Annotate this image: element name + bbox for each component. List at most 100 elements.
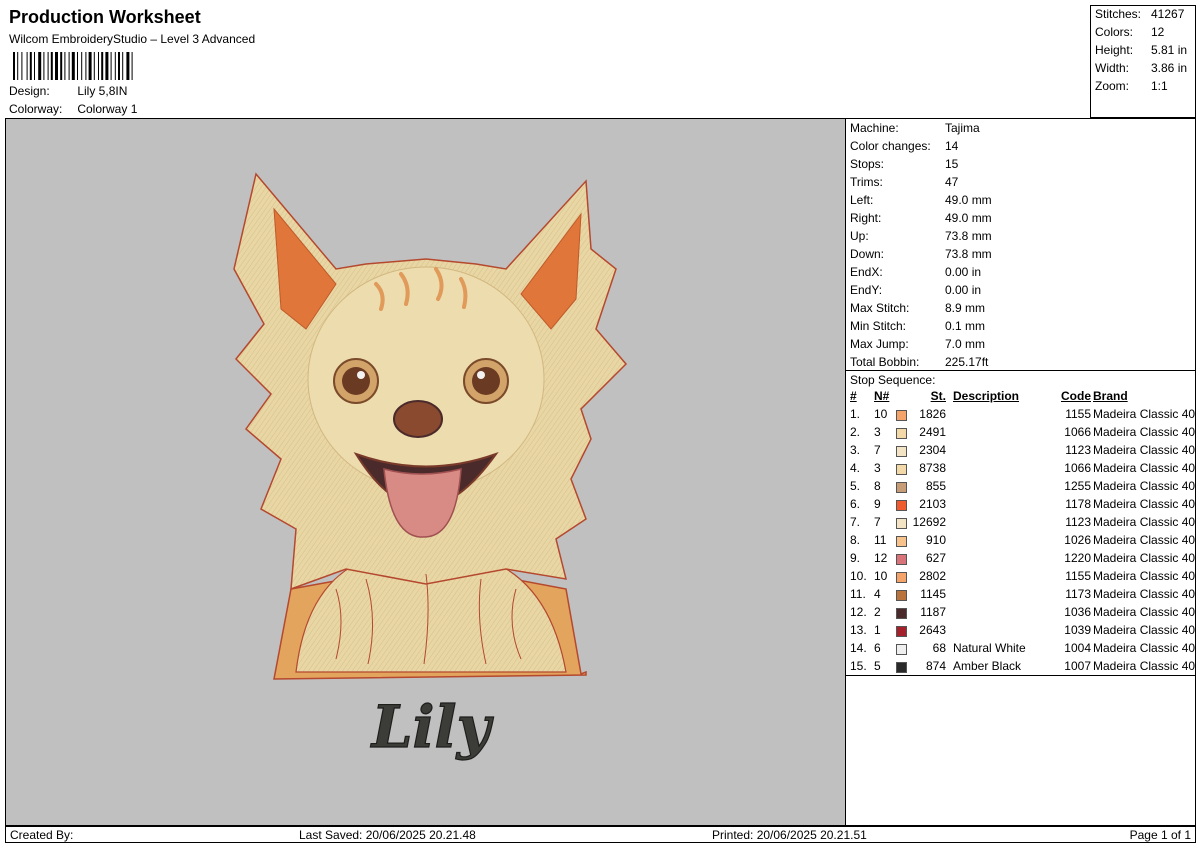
needle-number: 10 [874,407,888,421]
stop-index: 1. [850,407,861,421]
page-title: Production Worksheet [9,7,201,27]
needle-number: 12 [874,551,888,565]
stitch-count: 68 [932,641,946,655]
design-preview[interactable]: Lily [5,118,846,826]
thread-description: Natural White [953,641,1026,655]
needle-number: 6 [874,641,881,655]
machine-value: 73.8 mm [945,229,992,243]
machine-value: Tajima [945,121,980,135]
stitch-count: 2304 [919,443,946,457]
thread-brand: Madeira Classic 40 [1093,623,1196,637]
thread-code: 1178 [1065,497,1091,511]
thread-brand: Madeira Classic 40 [1093,425,1196,439]
stitch-count: 2643 [919,623,946,637]
summary-value: 5.81 in [1151,43,1188,57]
thread-code: 1066 [1064,461,1091,475]
printed-date: Printed: 20/06/2025 20.21.51 [712,828,867,842]
summary-value: 3.86 in [1151,61,1188,75]
needle-number: 1 [874,623,881,637]
color-swatch [896,500,907,511]
machine-value: 73.8 mm [945,247,992,261]
colorway-row: Colorway: Colorway 1 [9,102,137,116]
chihuahua-embroidery-image: Lily [233,172,628,762]
thread-brand: Madeira Classic 40 [1093,533,1196,547]
stitch-count: 910 [925,533,946,547]
machine-info: Machine: Tajima Color changes: 14 Stops: 15 Tr… [846,118,1196,371]
stop-index: 9. [850,551,861,565]
color-swatch [896,428,907,439]
stop-sequence: Stop Sequence: # N# St. Description Code… [846,371,1196,826]
stitch-count: 2802 [919,569,946,583]
machine-label: Machine: [850,121,899,135]
machine-label: Max Stitch: [850,301,910,315]
stop-sequence-title: Stop Sequence: [850,373,936,387]
machine-label: Total Bobbin: [850,355,920,369]
machine-label: Min Stitch: [850,319,907,333]
stop-index: 4. [850,461,861,475]
stitch-count: 2103 [919,497,946,511]
stitch-count: 627 [925,551,946,565]
thread-brand: Madeira Classic 40 [1093,551,1196,565]
stitch-count: 1826 [919,407,946,421]
design-row: Design: Lily 5,8IN [9,84,127,98]
stop-row: 2. 3 2491 1066 Madeira Classic 40 [846,425,1196,443]
machine-value: 49.0 mm [945,193,992,207]
thread-brand: Madeira Classic 40 [1093,641,1196,655]
column-header-code: Code [1061,389,1091,403]
summary-value: 12 [1151,25,1165,39]
design-summary: Stitches: 41267 Colors: 12 Height: 5.81 … [1090,5,1196,118]
thread-brand: Madeira Classic 40 [1093,407,1196,421]
machine-label: Color changes: [850,139,931,153]
column-header-description: Description [953,389,1020,403]
stop-row: 14. 6 68 Natural White 1004 Madeira Classic 4… [846,641,1196,659]
design-label: Design: [9,84,50,98]
summary-label: Colors: [1095,25,1134,39]
machine-value: 49.0 mm [945,211,992,225]
thread-code: 1066 [1064,425,1091,439]
machine-value: 14 [945,139,959,153]
machine-label: Max Jump: [850,337,909,351]
color-swatch [896,590,907,601]
needle-number: 3 [874,461,881,475]
needle-number: 2 [874,605,881,619]
thread-brand: Madeira Classic 40 [1093,497,1196,511]
stop-row: 4. 3 8738 1066 Madeira Classic 40 [846,461,1196,479]
machine-label: EndY: [850,283,883,297]
stop-index: 7. [850,515,861,529]
stop-index: 6. [850,497,861,511]
stitch-count: 855 [925,479,946,493]
column-header-num: # [850,389,857,403]
stop-row: 12. 2 1187 1036 Madeira Classic 40 [846,605,1196,623]
stitch-count: 8738 [919,461,946,475]
machine-label: Trims: [850,175,883,189]
column-header-stitches: St. [930,389,946,403]
stop-row: 10. 10 2802 1155 Madeira Classic 40 [846,569,1196,587]
machine-value: 7.0 mm [945,337,986,351]
stop-row: 5. 8 855 1255 Madeira Classic 40 [846,479,1196,497]
design-value: Lily 5,8IN [77,84,128,98]
needle-number: 4 [874,587,881,601]
summary-value: 1:1 [1151,79,1168,93]
worksheet-header: Production Worksheet Wilcom EmbroiderySt… [5,5,1090,118]
stop-index: 15. [850,659,867,673]
stop-row: 9. 12 627 1220 Madeira Classic 40 [846,551,1196,569]
color-swatch [896,482,907,493]
stop-sequence-header: # N# St. Description Code Brand [846,389,1196,407]
color-swatch [896,662,907,673]
color-swatch [896,626,907,637]
needle-number: 11 [874,533,887,547]
stop-index: 14. [850,641,867,655]
design-caption: Lily [370,693,495,761]
stop-index: 10. [850,569,867,583]
needle-number: 10 [874,569,888,583]
machine-label: Right: [850,211,882,225]
thread-brand: Madeira Classic 40 [1093,443,1196,457]
stitch-count: 2491 [919,425,946,439]
summary-value: 41267 [1151,7,1185,21]
stop-index: 2. [850,425,861,439]
stop-index: 8. [850,533,861,547]
last-saved: Last Saved: 20/06/2025 20.21.48 [299,828,476,842]
created-by: Created By: [10,828,74,842]
thread-description: Amber Black [953,659,1022,673]
color-swatch [896,554,907,565]
